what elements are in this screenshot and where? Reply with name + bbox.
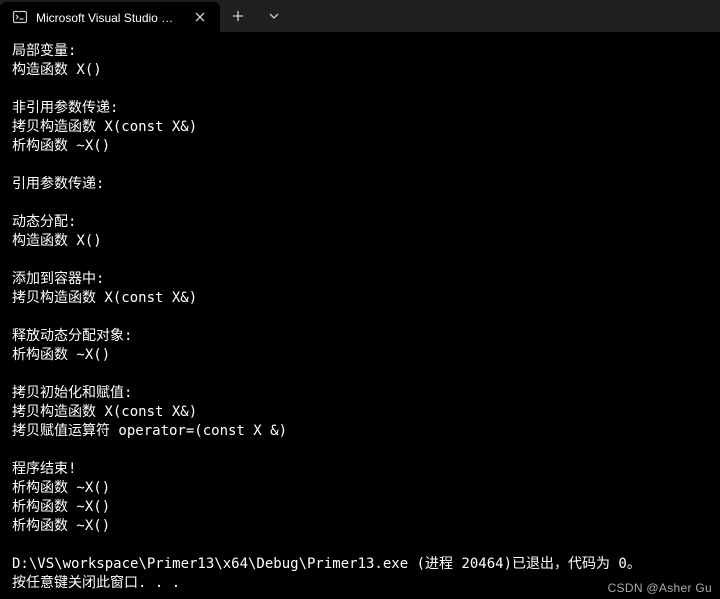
tab-title: Microsoft Visual Studio 调试控 (36, 9, 184, 26)
terminal-line: 按任意键关闭此窗口. . . (12, 574, 708, 593)
terminal-line: 局部变量: (12, 42, 708, 61)
terminal-line: 拷贝构造函数 X(const X&) (12, 403, 708, 422)
terminal-line: 拷贝赋值运算符 operator=(const X &) (12, 422, 708, 441)
terminal-line: 析构函数 ~X() (12, 498, 708, 517)
terminal-line: 析构函数 ~X() (12, 517, 708, 536)
terminal-line (12, 251, 708, 270)
terminal-icon (12, 9, 28, 25)
terminal-output: 局部变量:构造函数 X() 非引用参数传递:拷贝构造函数 X(const X&)… (0, 32, 720, 593)
terminal-line (12, 80, 708, 99)
terminal-line: D:\VS\workspace\Primer13\x64\Debug\Prime… (12, 555, 708, 574)
terminal-line: 析构函数 ~X() (12, 137, 708, 156)
terminal-line: 引用参数传递: (12, 175, 708, 194)
terminal-line: 析构函数 ~X() (12, 346, 708, 365)
terminal-line (12, 536, 708, 555)
titlebar: Microsoft Visual Studio 调试控 (0, 0, 720, 32)
terminal-line: 动态分配: (12, 213, 708, 232)
terminal-line (12, 194, 708, 213)
watermark: CSDN @Asher Gu (608, 581, 712, 595)
terminal-line: 程序结束! (12, 460, 708, 479)
terminal-line (12, 308, 708, 327)
terminal-line (12, 441, 708, 460)
terminal-line: 构造函数 X() (12, 232, 708, 251)
terminal-line: 拷贝构造函数 X(const X&) (12, 289, 708, 308)
terminal-line: 释放动态分配对象: (12, 327, 708, 346)
new-tab-button[interactable] (220, 0, 256, 32)
close-icon[interactable] (192, 9, 208, 25)
terminal-line (12, 156, 708, 175)
tab-dropdown-button[interactable] (256, 0, 292, 32)
terminal-line: 拷贝构造函数 X(const X&) (12, 118, 708, 137)
terminal-line: 构造函数 X() (12, 61, 708, 80)
terminal-line: 析构函数 ~X() (12, 479, 708, 498)
terminal-line: 非引用参数传递: (12, 99, 708, 118)
terminal-line: 拷贝初始化和赋值: (12, 384, 708, 403)
terminal-line: 添加到容器中: (12, 270, 708, 289)
terminal-line (12, 365, 708, 384)
active-tab[interactable]: Microsoft Visual Studio 调试控 (0, 2, 220, 32)
